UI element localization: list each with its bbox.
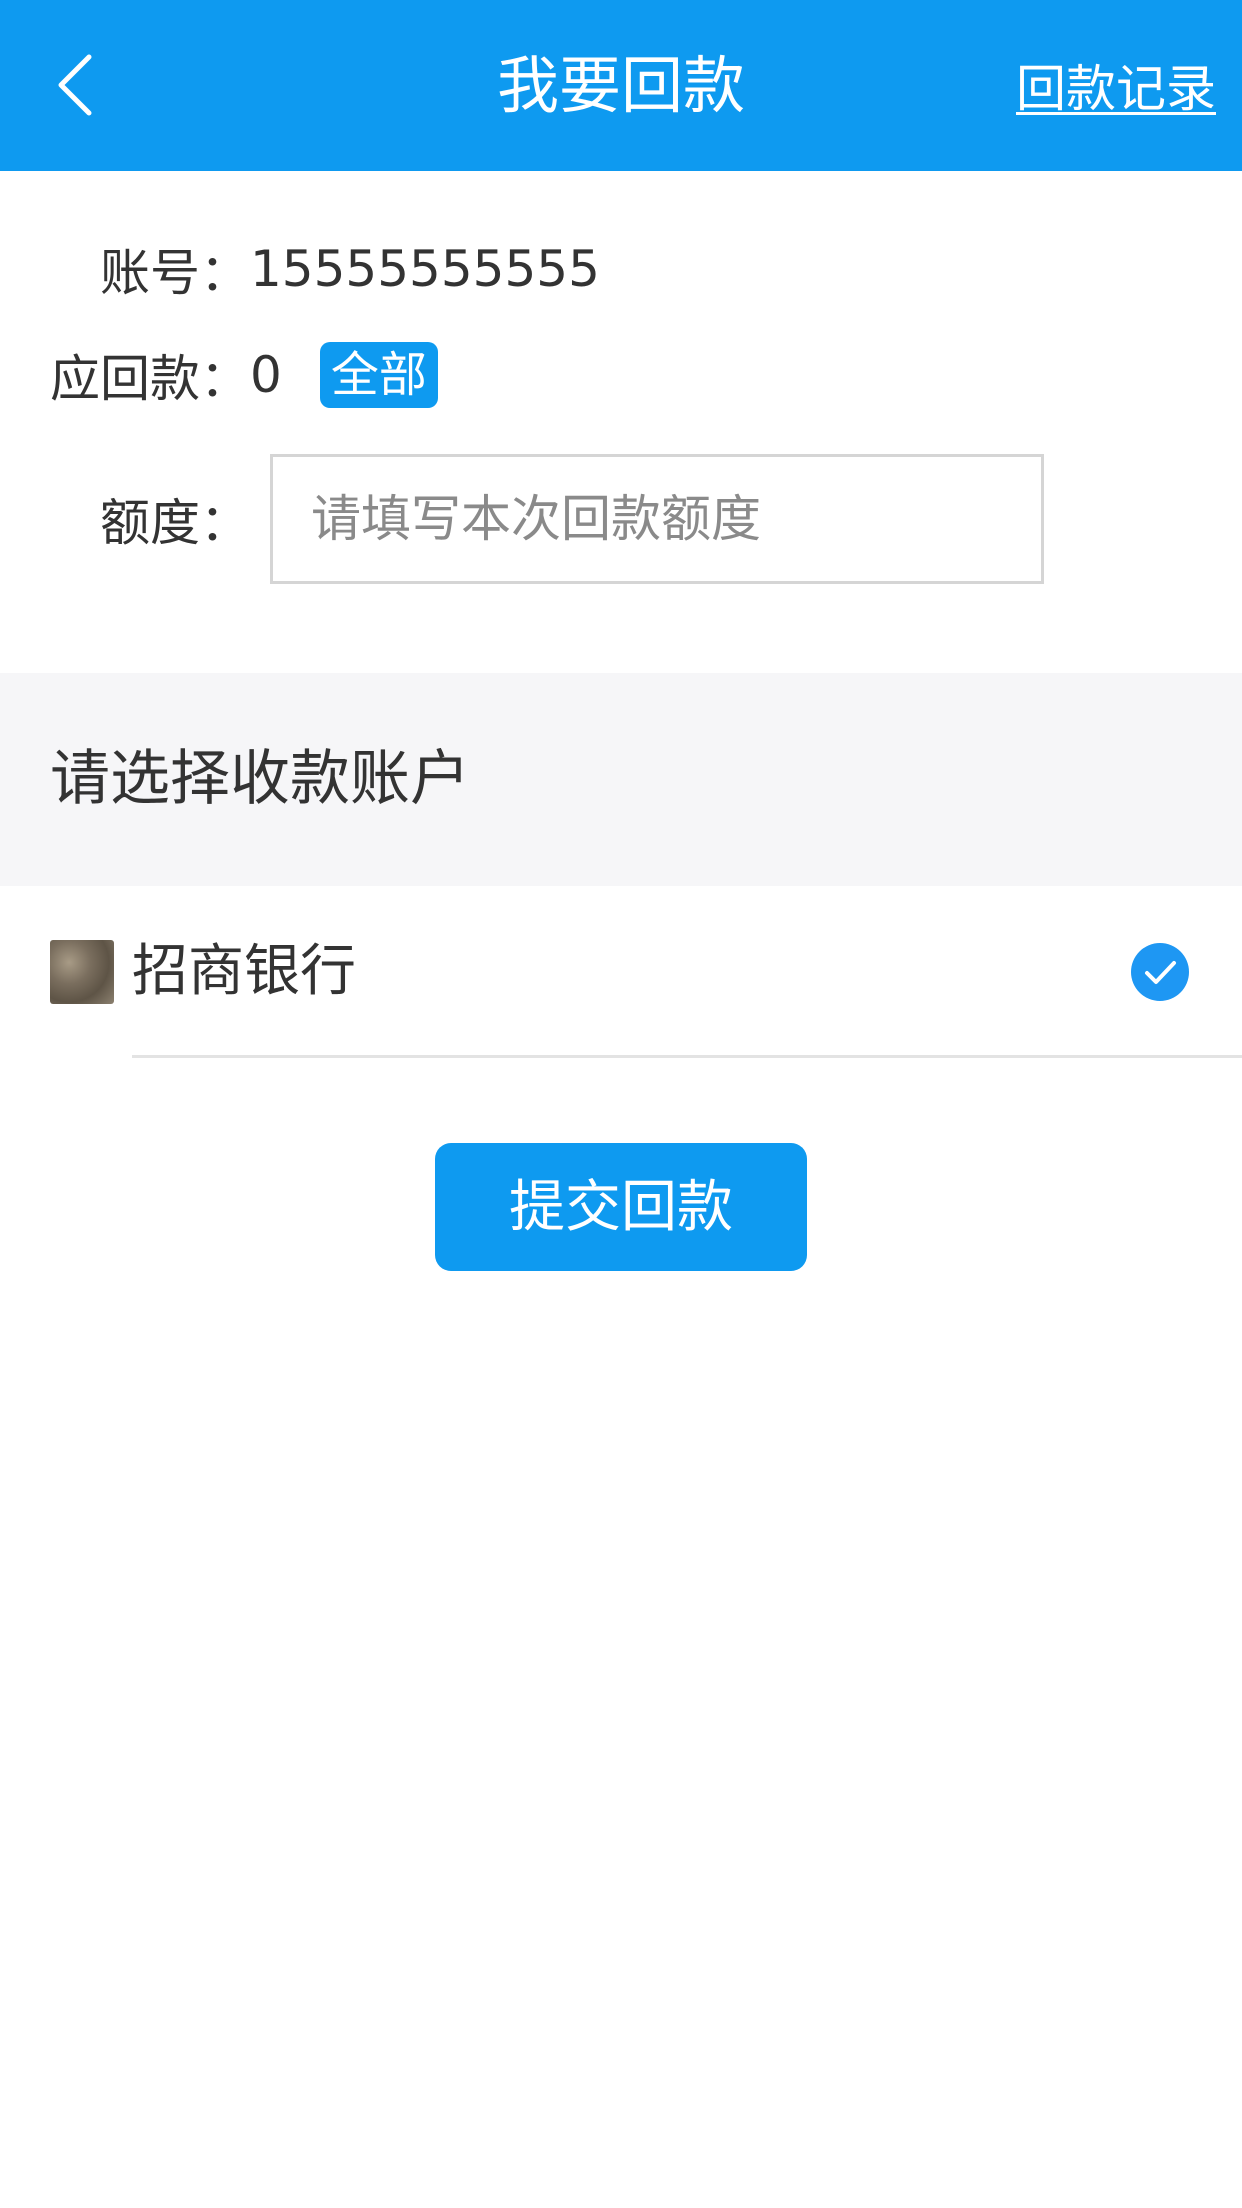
submit-repayment-button[interactable]: 提交回款 xyxy=(435,1143,807,1271)
section-title: 请选择收款账户 xyxy=(50,744,470,814)
account-row: 账号： 15555555555 xyxy=(100,234,600,304)
bank-logo-icon xyxy=(50,940,114,1004)
back-button[interactable] xyxy=(30,40,120,130)
bank-name: 招商银行 xyxy=(132,939,356,1004)
account-value: 15555555555 xyxy=(250,240,600,298)
due-row: 应回款： 0 全部 xyxy=(50,340,438,410)
amount-input[interactable] xyxy=(270,454,1044,584)
chevron-left-icon xyxy=(58,54,92,116)
check-circle-icon[interactable] xyxy=(1130,942,1190,1002)
select-account-section: 请选择收款账户 xyxy=(0,673,1242,886)
amount-row: 额度： xyxy=(100,454,250,584)
divider xyxy=(132,1055,1242,1058)
header-bar: 我要回款 回款记录 xyxy=(0,0,1242,171)
bank-account-item[interactable]: 招商银行 xyxy=(0,886,1242,1058)
all-button[interactable]: 全部 xyxy=(319,342,438,408)
amount-label: 额度： xyxy=(100,494,250,552)
account-label: 账号： xyxy=(100,244,250,302)
due-value: 0 xyxy=(250,346,282,404)
due-label: 应回款： xyxy=(50,350,250,408)
repayment-records-link[interactable]: 回款记录 xyxy=(1016,54,1216,124)
